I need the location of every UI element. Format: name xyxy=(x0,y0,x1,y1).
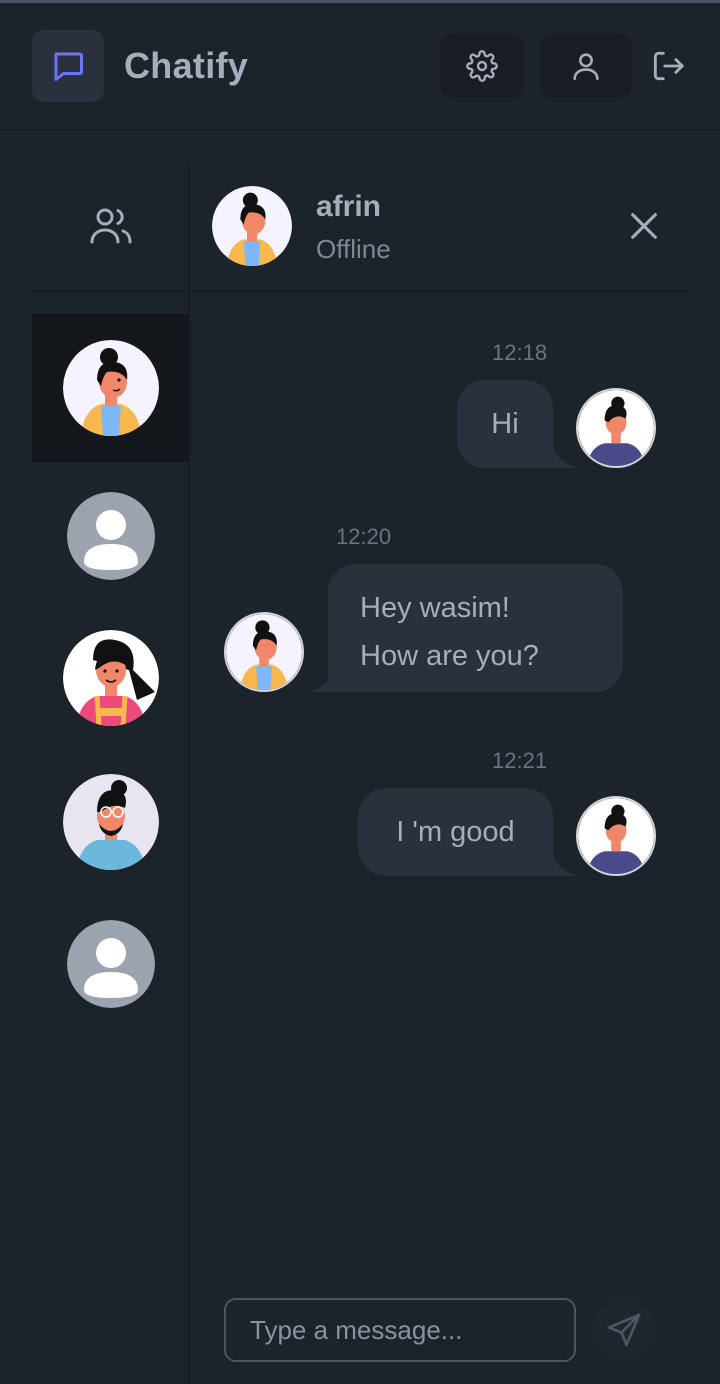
chat-bubble-icon[interactable] xyxy=(32,30,104,102)
contact-item[interactable] xyxy=(32,462,190,610)
gear-icon xyxy=(466,50,498,82)
contacts-header xyxy=(32,162,190,292)
chat-panel: afrin Offline 12:18 Hi 12:20 Hey wasim! … xyxy=(32,162,688,1384)
contact-item[interactable] xyxy=(32,890,190,1038)
woman-bun-yellow-avatar xyxy=(63,340,159,436)
logout-button[interactable] xyxy=(646,34,690,98)
contact-item[interactable] xyxy=(32,748,190,896)
message-input[interactable] xyxy=(224,1298,576,1362)
sender-avatar xyxy=(576,388,656,468)
message-text: How are you? xyxy=(360,640,539,672)
users-icon[interactable] xyxy=(87,202,135,250)
send-button[interactable] xyxy=(592,1298,656,1362)
default-user-avatar xyxy=(67,920,155,1008)
user-icon xyxy=(573,53,599,81)
contact-message-avatar xyxy=(224,612,304,692)
message-time: 12:18 xyxy=(492,340,548,365)
contact-avatar xyxy=(212,186,292,266)
message-text: Hey wasim! xyxy=(360,592,510,624)
logout-icon xyxy=(653,51,684,81)
send-icon xyxy=(607,1313,641,1347)
contact-item-afrin[interactable] xyxy=(32,314,190,462)
bubble-tail xyxy=(544,850,578,876)
profile-button[interactable] xyxy=(540,34,632,98)
message-text: I 'm good xyxy=(396,816,515,848)
message-bubble: Hi xyxy=(457,380,553,468)
app-title: Chatify xyxy=(124,45,249,86)
close-chat-button[interactable] xyxy=(624,206,664,246)
contact-item[interactable] xyxy=(32,604,190,752)
navbar: Chatify xyxy=(0,3,720,131)
message-text: Hi xyxy=(491,408,519,440)
contacts-sidebar xyxy=(32,162,190,1384)
man-glasses-blue-avatar xyxy=(63,774,159,870)
settings-button[interactable] xyxy=(440,34,524,98)
conversation-header: afrin Offline xyxy=(192,162,688,292)
message-time: 12:20 xyxy=(336,524,392,549)
contact-status: Offline xyxy=(316,234,391,264)
conversation: afrin Offline 12:18 Hi 12:20 Hey wasim! … xyxy=(192,162,688,1384)
bubble-tail xyxy=(544,442,578,468)
message-bubble: Hey wasim! How are you? xyxy=(328,564,623,692)
woman-pink-apron-avatar xyxy=(63,630,159,726)
message-bubble: I 'm good xyxy=(358,788,553,876)
contact-name: afrin xyxy=(316,190,382,223)
sender-avatar xyxy=(576,796,656,876)
message-time: 12:21 xyxy=(492,748,548,773)
default-user-avatar xyxy=(67,492,155,580)
close-icon xyxy=(631,213,657,239)
